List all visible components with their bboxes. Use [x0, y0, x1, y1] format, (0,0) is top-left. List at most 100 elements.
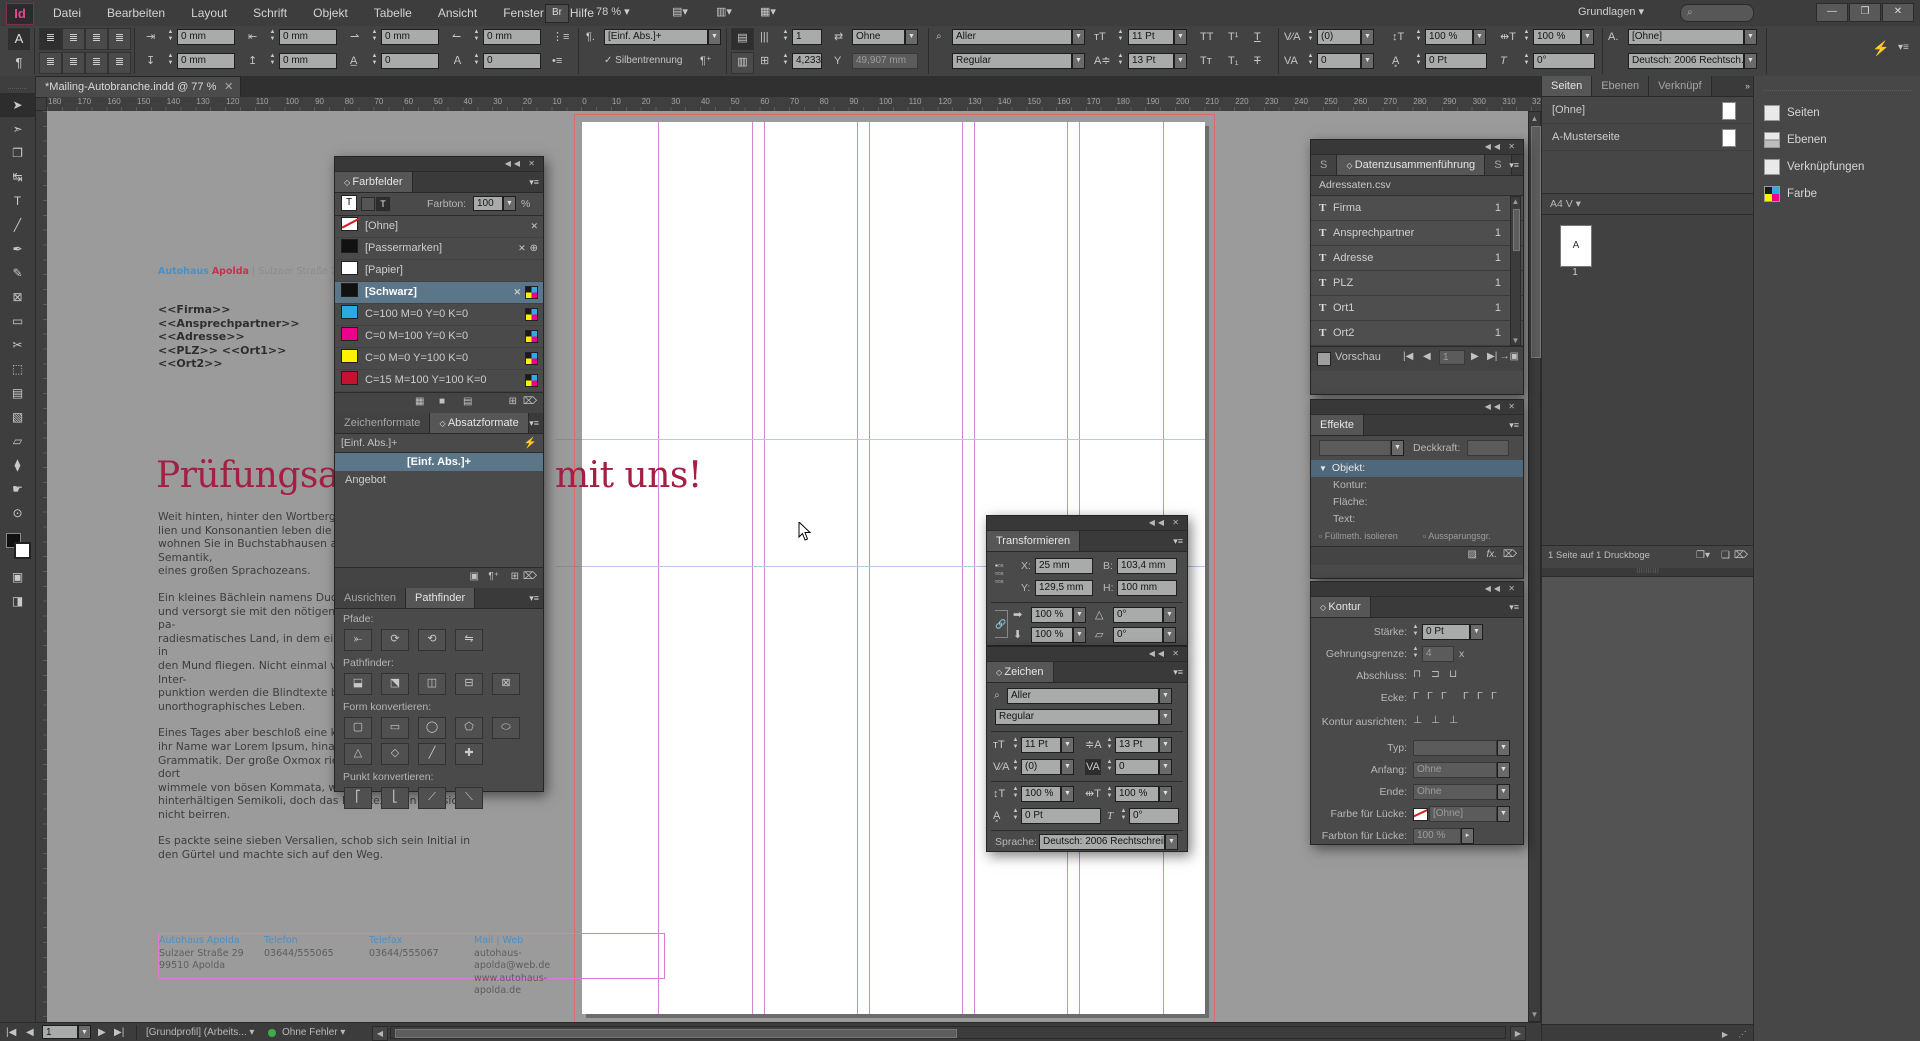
underline-icon[interactable]: T — [1254, 29, 1261, 45]
stroke-type-dropdown[interactable]: ▼ — [1497, 740, 1510, 756]
stepper[interactable]: ▲▼ — [781, 53, 790, 69]
search-input[interactable]: ⌕ — [1680, 4, 1754, 22]
tab-close-icon[interactable]: ✕ — [224, 77, 233, 97]
miter-field[interactable]: 4 — [1422, 646, 1454, 662]
open-path-icon[interactable]: ⟳ — [381, 629, 409, 651]
tab-ebenen[interactable]: Ebenen — [1592, 76, 1649, 96]
formatting-affects-text-button[interactable]: ▣ — [0, 565, 35, 589]
font-family-field[interactable]: Aller — [952, 29, 1072, 45]
round-cap-icon[interactable]: ⊐ — [1431, 668, 1440, 680]
convert-triangle-icon[interactable]: △ — [344, 743, 372, 765]
language-field[interactable]: Deutsch: 2006 Rechtsch... — [1628, 53, 1744, 69]
style-group-icon[interactable]: ▣ — [470, 571, 479, 582]
tint-field[interactable]: 100 — [473, 196, 503, 211]
page-number-field[interactable]: 1 — [42, 1025, 78, 1039]
superscript-icon[interactable]: T¹ — [1228, 29, 1238, 45]
weight-field[interactable]: 0 Pt — [1422, 624, 1470, 640]
text-affects-button[interactable]: T — [376, 197, 390, 211]
tab-datenzusammenfuehrung[interactable]: ◇ Datenzusammenführung — [1337, 155, 1485, 175]
tab-effekte[interactable]: Effekte — [1311, 415, 1364, 435]
panel-menu-icon[interactable]: ▾≡ — [529, 593, 539, 604]
paragraph-style-item[interactable]: Angebot — [335, 471, 543, 489]
span-columns-field[interactable]: Ohne — [852, 29, 905, 45]
align-center-button[interactable]: ≣ — [62, 28, 85, 50]
bevel-join-icon2[interactable]: Γ — [1491, 690, 1497, 702]
stepper[interactable]: ▲▼ — [1522, 29, 1531, 45]
skew-field[interactable]: 0° — [1129, 808, 1179, 824]
eyedropper-tool[interactable]: ⧫ — [0, 453, 35, 477]
language-dropdown[interactable]: ▼ — [1165, 834, 1178, 850]
font-family-field[interactable]: Aller — [1007, 688, 1159, 704]
opacity-field[interactable] — [1467, 440, 1509, 456]
align-outside-stroke-icon[interactable]: ⊥ — [1449, 714, 1458, 726]
constrain-proportions-icon[interactable]: 🔗 — [995, 610, 1008, 638]
collapse-icon[interactable]: ◀◀ ✕ — [1149, 649, 1182, 658]
start-field[interactable]: Ohne — [1413, 762, 1497, 778]
prev-record-icon[interactable]: ◀ — [1423, 351, 1431, 362]
horizontal-scale-dropdown[interactable]: ▼ — [1581, 29, 1594, 45]
knockout-group-checkbox[interactable]: ▫ Aussparungsgr. — [1423, 531, 1491, 541]
panel-titlebar[interactable]: ◀◀ ✕ — [987, 516, 1187, 531]
horizontal-ruler[interactable]: 1801701601501401301201101009080706050403… — [47, 97, 1541, 112]
collapse-icon[interactable]: ◀◀ ✕ — [1485, 142, 1518, 151]
miter-join-icon[interactable]: Γ — [1413, 690, 1419, 702]
close-path-icon[interactable]: ⟲ — [418, 629, 446, 651]
page-number-dropdown[interactable]: ▼ — [78, 1025, 91, 1039]
align-inside-stroke-icon[interactable]: ⊥ — [1431, 714, 1440, 726]
language-dropdown[interactable]: ▼ — [1744, 53, 1757, 69]
screen-mode-button[interactable]: ◨ — [0, 589, 35, 613]
document-tab[interactable]: *Mailing-Autobranche.indd @ 77 %✕ — [35, 76, 241, 98]
tint-dropdown[interactable]: ▼ — [503, 196, 516, 211]
minimize-button[interactable]: — — [1816, 3, 1848, 22]
dock-item[interactable]: Ebenen — [1754, 126, 1920, 153]
font-style-dropdown[interactable]: ▼ — [1072, 53, 1085, 69]
master-page-row[interactable]: A-Musterseite — [1542, 124, 1754, 151]
convert-inverse-icon[interactable]: ⬭ — [492, 717, 520, 739]
dropcap-lines-field[interactable]: 0 — [381, 53, 439, 69]
add-shapes-icon[interactable]: ⬓ — [344, 673, 372, 695]
stepper[interactable]: ▲▼ — [781, 29, 790, 45]
scroll-right-icon[interactable]: ▶ — [1718, 1028, 1732, 1041]
columns-field[interactable]: 1 — [792, 29, 822, 45]
next-record-icon[interactable]: ▶ — [1471, 351, 1479, 362]
quick-apply-icon[interactable]: ⚡ — [524, 434, 537, 452]
view-options-icon[interactable]: ▤▾ — [672, 5, 688, 18]
gap-color-dropdown[interactable]: ▼ — [1497, 806, 1510, 822]
reverse-path-icon[interactable]: ⇋ — [455, 629, 483, 651]
swatch-row[interactable]: [Schwarz]✕⊕ — [335, 282, 543, 304]
vertical-scale-dropdown[interactable]: ▼ — [1061, 786, 1074, 802]
prev-page-icon[interactable]: ◀ — [26, 1027, 34, 1038]
dock-expand-icon[interactable]: » — [1745, 81, 1750, 91]
swatch-row[interactable]: C=0 M=100 Y=0 K=0✕⊕ — [335, 326, 543, 348]
gradient-tool[interactable]: ▤ — [0, 381, 35, 405]
start-dropdown[interactable]: ▼ — [1497, 762, 1510, 778]
menu-item[interactable]: Ansicht — [425, 0, 490, 26]
merge-placeholder[interactable]: <<Ansprechpartner>> — [158, 317, 300, 331]
skew-field[interactable]: 0° — [1533, 53, 1595, 69]
round-join-icon[interactable]: Γ — [1427, 690, 1433, 702]
first-page-icon[interactable]: |◀ — [6, 1027, 16, 1038]
master-page-row[interactable]: [Ohne] — [1542, 97, 1754, 124]
rectangle-tool[interactable]: ▭ — [0, 309, 35, 333]
menu-item[interactable]: Objekt — [300, 0, 361, 26]
page-tool[interactable]: ❐ — [0, 141, 35, 165]
kerning-field[interactable]: (0) — [1317, 29, 1361, 45]
width-field[interactable]: 103,4 mm — [1117, 558, 1177, 574]
last-page-icon[interactable]: ▶| — [114, 1027, 124, 1038]
justify-button[interactable]: ≣ — [108, 28, 131, 50]
show-color-swatches-icon[interactable]: ■ — [439, 396, 445, 407]
merge-placeholder[interactable]: <<Ort2>> — [158, 357, 300, 371]
tab-kontur[interactable]: ◇ Kontur — [1311, 597, 1371, 617]
corner-point-icon[interactable]: ⎣ — [381, 787, 409, 809]
create-merged-document-icon[interactable]: →▣ — [1500, 351, 1519, 362]
font-style-dropdown[interactable]: ▼ — [1159, 709, 1172, 725]
edit-page-size-icon[interactable]: ❐▾ — [1696, 550, 1710, 561]
dock-item[interactable]: Seiten — [1754, 99, 1920, 126]
text-fill-proxy[interactable]: T — [341, 195, 357, 211]
stroke-color-swatch[interactable] — [14, 542, 31, 559]
gap-tint-field[interactable]: 100 % — [1413, 828, 1461, 844]
stepper[interactable]: ▲▼ — [1306, 29, 1315, 45]
tab-zeichen[interactable]: ◇ Zeichen — [987, 662, 1054, 682]
paragraph-style-field[interactable]: [Einf. Abs.]+ — [604, 29, 708, 45]
convert-beveled-icon[interactable]: ⬠ — [455, 717, 483, 739]
